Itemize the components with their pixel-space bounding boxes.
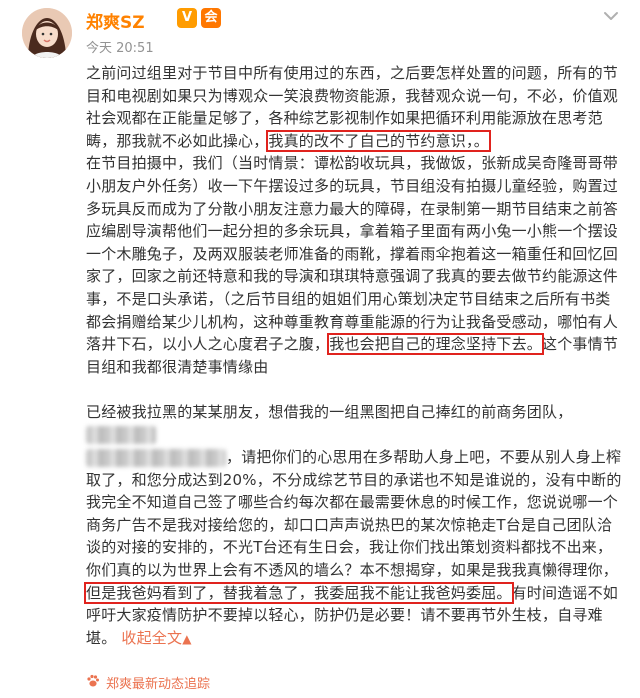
chevron-down-icon[interactable]	[598, 6, 624, 26]
paragraph-3: 已经被我拉黑的某某朋友，想借我的一组黑图把自己捧红的前商务团队， ，请把你们的心思…	[84, 401, 622, 651]
paragraph-1: 之前问过组里对于节目中所有使用过的东西，之后要怎样处置的问题，所有的节目和电视剧…	[86, 62, 622, 152]
paragraph-2-text: 在节目拍摄中，我们（当时情景：谭松韵收玩具，我做饭，张新成吴奇隆哥哥带小朋友户外…	[86, 154, 619, 354]
verified-badge-icon: V	[177, 8, 197, 28]
highlighted-statement-1: 我真的改不了自己的节约意识，。	[266, 129, 491, 152]
paragraph-3-text: 已经被我拉黑的某某朋友，想借我的一组黑图把自己捧红的前商务团队，	[86, 402, 573, 421]
post-body: 之前问过组里对于节目中所有使用过的东西，之后要怎样处置的问题，所有的节目和电视剧…	[84, 62, 622, 651]
topic-link[interactable]: 郑爽最新动态追踪	[86, 673, 210, 692]
highlighted-statement-3: 但是我爸妈看到了，替我着急了，我委屈我不能让我爸妈委屈。	[84, 581, 514, 604]
post-time[interactable]: 今天 20:51	[86, 37, 154, 56]
member-badge-icon: 会	[201, 8, 221, 28]
post-header: 郑爽SZ V 会 今天 20:51	[0, 0, 640, 60]
paw-icon	[86, 674, 100, 692]
highlighted-statement-2: 我也会把自己的理念坚持下去。	[327, 333, 545, 356]
topic-link-label[interactable]: 郑爽最新动态追踪	[106, 673, 210, 692]
collapse-link[interactable]: 收起全文	[121, 629, 182, 647]
paragraph-3-body: ，请把你们的心思用在多帮助人身上吧，不要从别人身上榨取了，和您分成达到20%，不…	[86, 448, 622, 580]
avatar[interactable]	[22, 8, 72, 58]
author-badges: V 会	[177, 8, 221, 28]
blurred-name	[86, 448, 226, 467]
caret-up-icon[interactable]: ▲	[182, 632, 191, 646]
paragraph-2: 在节目拍摄中，我们（当时情景：谭松韵收玩具，我做饭，张新成吴奇隆哥哥带小朋友户外…	[86, 152, 622, 378]
blurred-name	[86, 426, 156, 444]
author-name[interactable]: 郑爽SZ	[86, 8, 145, 33]
